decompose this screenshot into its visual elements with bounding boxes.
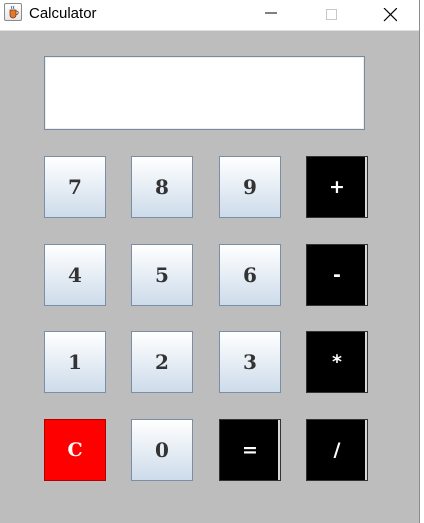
key-add[interactable]: + [306,156,368,218]
key-8[interactable]: 8 [131,156,193,218]
key-6[interactable]: 6 [219,244,281,306]
key-divide[interactable]: / [306,419,368,481]
display-field[interactable] [44,56,365,130]
key-2[interactable]: 2 [131,331,193,393]
key-3[interactable]: 3 [219,331,281,393]
key-0[interactable]: 0 [131,419,193,481]
key-clear[interactable]: C [44,419,106,481]
key-1[interactable]: 1 [44,331,106,393]
minimize-icon [265,12,277,14]
key-subtract[interactable]: - [306,244,368,306]
window-title: Calculator [29,5,97,22]
java-cup-icon [4,3,22,21]
key-4[interactable]: 4 [44,244,106,306]
key-5[interactable]: 5 [131,244,193,306]
maximize-icon [326,9,337,20]
key-7[interactable]: 7 [44,156,106,218]
key-equals[interactable]: = [219,419,281,481]
title-bar[interactable]: Calculator [0,0,419,31]
minimize-button[interactable] [248,0,294,30]
close-button[interactable] [367,0,413,30]
key-multiply[interactable]: * [306,331,368,393]
maximize-button[interactable] [308,0,354,30]
calculator-window: Calculator 7 8 9 + 4 5 6 - 1 2 3 * C 0 =… [0,0,420,523]
key-9[interactable]: 9 [219,156,281,218]
close-icon [383,8,397,22]
